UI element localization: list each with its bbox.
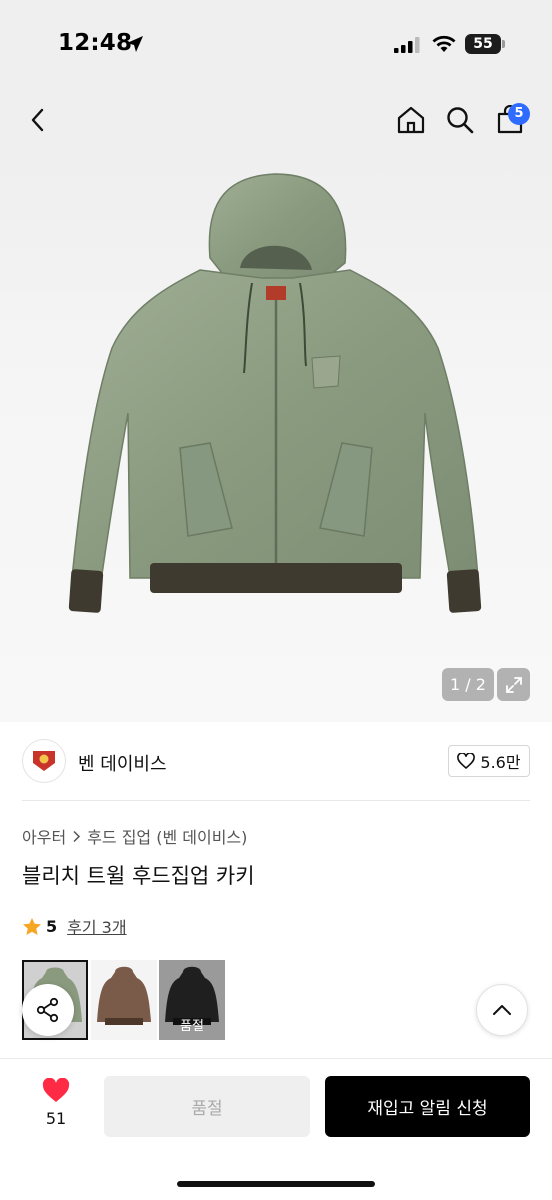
rating-row: 5 후기 3개 (22, 914, 127, 938)
search-icon (447, 107, 474, 134)
scroll-top-button[interactable] (476, 984, 528, 1036)
brand-like-count: 5.6만 (480, 753, 521, 772)
cellular-signal-icon (394, 37, 420, 53)
brand-name[interactable]: 벤 데이비스 (78, 750, 167, 776)
battery-tip (502, 40, 505, 48)
chevron-up-icon (493, 1005, 511, 1015)
brand-logo[interactable] (22, 739, 66, 783)
search-button[interactable] (442, 102, 478, 138)
heart-outline-icon (457, 753, 476, 769)
reviews-link[interactable]: 후기 3개 (67, 914, 126, 938)
rating-score: 5 (46, 916, 58, 936)
share-icon (36, 997, 59, 1023)
star-icon (23, 917, 41, 935)
restock-alert-button[interactable]: 재입고 알림 신청 (325, 1076, 530, 1137)
color-thumb-brown[interactable] (91, 960, 157, 1040)
breadcrumb-subcategory[interactable]: 후드 집업 (벤 데이비스) (87, 824, 247, 848)
home-icon (397, 106, 425, 134)
image-counter: 1 / 2 (442, 668, 494, 701)
status-bar: 12:48 55 (0, 0, 552, 88)
brand-like-button[interactable]: 5.6만 (448, 745, 530, 777)
home-button[interactable] (393, 102, 429, 138)
chevron-right-icon (73, 830, 81, 842)
soldout-button[interactable]: 품절 (104, 1076, 310, 1137)
expand-icon (505, 676, 522, 693)
thumb-soldout-label: 품절 (180, 1019, 204, 1034)
battery-indicator: 55 (465, 34, 501, 54)
wishlist-count: 51 (45, 1109, 67, 1128)
heart-filled-icon (42, 1077, 70, 1102)
jacket-thumbnail-image (91, 960, 157, 1040)
product-title: 블리치 트윌 후드집업 카키 (22, 864, 255, 888)
hooded-jacket-image (68, 173, 482, 613)
back-button[interactable] (20, 102, 56, 138)
location-arrow-icon (127, 36, 143, 52)
chevron-left-icon (31, 108, 44, 132)
expand-image-button[interactable] (497, 668, 530, 701)
color-thumb-black[interactable]: 품절 (159, 960, 225, 1040)
home-indicator[interactable] (177, 1181, 375, 1187)
brand-logo-icon (33, 751, 55, 771)
status-time: 12:48 (58, 30, 133, 56)
breadcrumb: 아우터 후드 집업 (벤 데이비스) (22, 824, 247, 848)
breadcrumb-category[interactable]: 아우터 (22, 824, 66, 848)
wishlist-button[interactable]: 51 (30, 1077, 82, 1128)
product-image[interactable] (0, 158, 552, 722)
wifi-icon (432, 35, 456, 52)
cart-count-badge: 5 (508, 103, 530, 125)
divider (22, 800, 530, 801)
share-button[interactable] (22, 984, 74, 1036)
top-nav (0, 88, 552, 158)
